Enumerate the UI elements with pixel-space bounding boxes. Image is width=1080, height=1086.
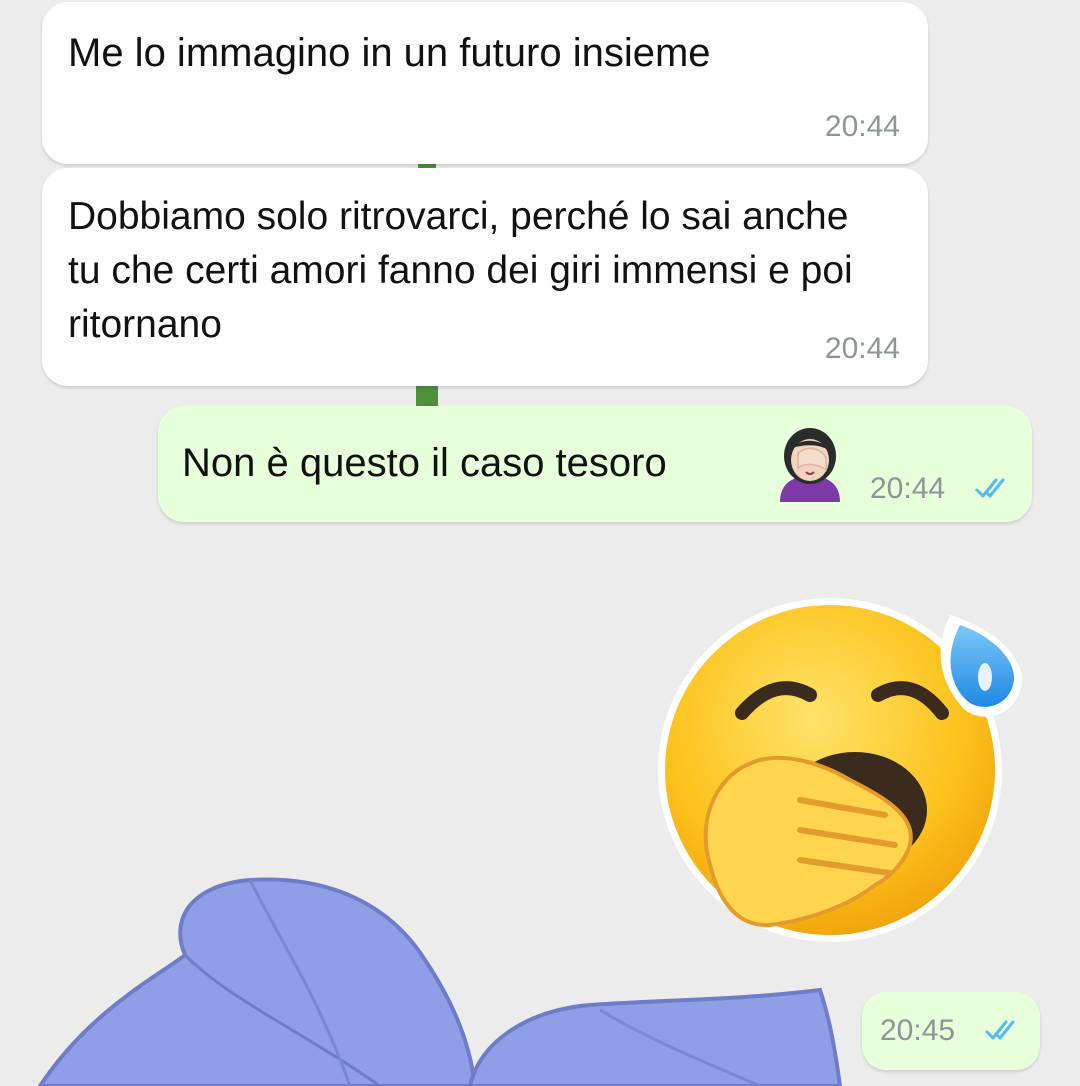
message-text: Non è questo il caso tesoro: [182, 441, 667, 485]
message-bubble-incoming[interactable]: Me lo immagino in un futuro insieme 20:4…: [42, 2, 928, 164]
message-bubble-outgoing[interactable]: Non è questo il caso tesoro 20:44: [158, 406, 1032, 522]
woman-facepalming-icon: [780, 428, 840, 502]
yawning-face-with-sweat-drop-icon[interactable]: [650, 585, 1030, 955]
read-receipt-double-check-icon: [985, 1020, 1015, 1040]
message-timestamp: 20:44: [824, 110, 900, 143]
message-text: Dobbiamo solo ritrovarci, perché lo sai …: [68, 195, 853, 346]
read-receipt-double-check-icon: [975, 478, 1005, 498]
message-bubble-incoming[interactable]: Dobbiamo solo ritrovarci, perché lo sai …: [42, 168, 928, 386]
message-timestamp: 20:44: [870, 472, 946, 505]
message-text: Me lo immagino in un futuro insieme: [68, 31, 711, 75]
message-timestamp: 20:44: [824, 332, 900, 365]
message-timestamp: 20:45: [880, 1014, 956, 1047]
message-bubble-outgoing[interactable]: 20:45: [862, 992, 1040, 1070]
